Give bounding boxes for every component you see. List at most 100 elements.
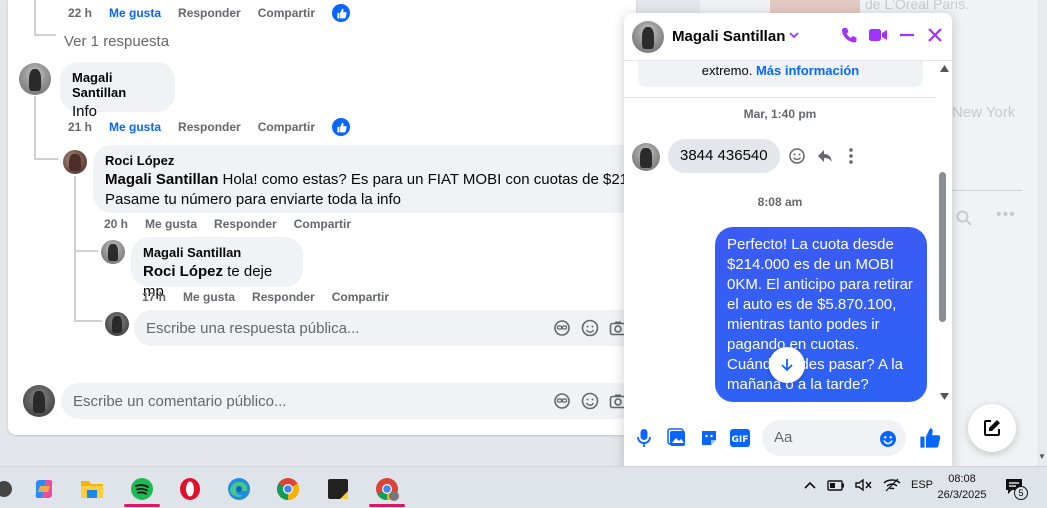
taskbar-edge[interactable] [221, 471, 257, 507]
scroll-down-arrow-icon[interactable]: ▼ [1038, 452, 1046, 461]
like-reaction-icon[interactable] [332, 118, 351, 136]
taskbar-chrome-profile[interactable] [369, 471, 405, 507]
share-button[interactable]: Compartir [294, 217, 351, 231]
arrow-down-icon [781, 359, 793, 372]
background-divider [952, 190, 1022, 191]
scroll-down-arrow-icon[interactable] [940, 393, 949, 400]
more-info-link[interactable]: Más información [756, 63, 859, 78]
taskbar-file-explorer[interactable] [74, 471, 110, 507]
taskbar-copilot[interactable] [26, 471, 62, 507]
like-button[interactable]: Me gusta [145, 217, 197, 231]
microphone-icon[interactable] [636, 428, 652, 448]
comment-placeholder: Escribe un comentario público... [73, 392, 287, 410]
chevron-up-icon[interactable] [803, 479, 817, 491]
chat-messages[interactable]: extremo. Más información Mar, 1:40 pm 38… [624, 61, 952, 406]
thread-line [74, 320, 102, 322]
photo-icon[interactable] [667, 428, 687, 448]
scroll-up-arrow-icon[interactable] [940, 65, 949, 72]
thread-line [34, 0, 36, 36]
view-replies-link[interactable]: Ver 1 respuesta [64, 33, 169, 50]
copilot-icon [35, 480, 53, 498]
taskbar-chrome[interactable] [270, 471, 306, 507]
sticker-icon[interactable] [699, 428, 719, 448]
chat-header: Magali Santillan [624, 13, 952, 61]
comment-actions: 21 h Me gusta Responder Compartir [68, 118, 367, 136]
thumbs-up-icon[interactable] [919, 427, 941, 449]
reply-button[interactable]: Responder [252, 290, 315, 304]
clock-time: 08:08 [948, 473, 976, 485]
chevron-down-icon[interactable] [788, 29, 800, 41]
reply-button[interactable]: Responder [178, 120, 241, 134]
taskbar-app[interactable] [0, 471, 22, 507]
comment-author[interactable]: Magali Santillan [143, 245, 291, 260]
active-indicator [369, 504, 405, 507]
chat-contact-name[interactable]: Magali Santillan [672, 28, 785, 45]
emoji-icon[interactable] [879, 430, 897, 448]
avatar-sticker-icon[interactable] [553, 319, 571, 337]
message-timestamp: 8:08 am [757, 195, 803, 209]
avatar[interactable] [63, 150, 87, 174]
avatar-sticker-icon[interactable] [553, 392, 571, 410]
chat-avatar[interactable] [632, 21, 664, 53]
phone-icon[interactable] [840, 26, 858, 44]
sticky-notes-icon [328, 479, 348, 499]
taskbar-spotify[interactable] [124, 471, 160, 507]
chrome-icon [277, 478, 299, 500]
share-button[interactable]: Compartir [258, 120, 315, 134]
chat-scrollbar-thumb[interactable] [939, 172, 946, 322]
emoji-icon[interactable] [581, 392, 599, 410]
active-indicator [124, 504, 160, 507]
comment-actions: 22 h Me gusta Responder Compartir [68, 4, 367, 22]
search-icon[interactable] [956, 210, 972, 226]
folder-icon [81, 481, 103, 498]
system-clock[interactable]: 08:08 26/3/2025 [930, 471, 994, 503]
comment-author[interactable]: Roci López [105, 153, 636, 168]
clock-date: 26/3/2025 [937, 489, 987, 501]
mention-link[interactable]: Magali Santillan [105, 171, 218, 188]
volume-muted-icon[interactable] [855, 478, 873, 492]
new-message-button[interactable] [968, 404, 1016, 452]
video-call-icon[interactable] [868, 26, 888, 44]
taskbar-opera[interactable] [172, 471, 208, 507]
battery-icon[interactable] [827, 478, 845, 492]
reply-arrow-icon[interactable] [816, 147, 834, 165]
reply-input-tools [553, 319, 627, 337]
mention-link[interactable]: Roci López [143, 263, 223, 280]
outgoing-message[interactable]: Perfecto! La cuota desde $214.000 es de … [715, 227, 927, 402]
avatar[interactable] [101, 240, 125, 264]
react-emoji-icon[interactable] [788, 147, 806, 165]
comment-bubble: Magali Santillan Info [60, 62, 175, 120]
share-button[interactable]: Compartir [258, 6, 315, 20]
taskbar-sticky-notes[interactable] [320, 471, 356, 507]
more-icon[interactable]: ••• [996, 206, 1016, 224]
comment-input[interactable]: Escribe un comentario público... [61, 383, 636, 419]
page-scrollbar[interactable] [1037, 0, 1047, 466]
notification-center[interactable]: 5 [1004, 477, 1028, 500]
wifi-icon[interactable] [883, 478, 901, 492]
share-button[interactable]: Compartir [332, 290, 389, 304]
like-button[interactable]: Me gusta [109, 120, 161, 134]
emoji-icon[interactable] [581, 319, 599, 337]
avatar[interactable] [19, 63, 51, 95]
reply-button[interactable]: Responder [178, 6, 241, 20]
like-button[interactable]: Me gusta [183, 290, 235, 304]
background-city-text: New York [952, 104, 1016, 121]
reply-button[interactable]: Responder [214, 217, 277, 231]
like-button[interactable]: Me gusta [109, 6, 161, 20]
like-reaction-icon[interactable] [332, 4, 351, 22]
current-user-avatar [105, 312, 129, 336]
minimize-icon[interactable] [898, 26, 916, 44]
more-options-icon[interactable] [844, 147, 858, 165]
notice-text: extremo. [701, 63, 753, 78]
comment-bubble: Roci López Magali Santillan Hola! como e… [93, 145, 636, 213]
close-icon[interactable] [926, 26, 944, 44]
chrome-icon [376, 478, 399, 501]
comment-author[interactable]: Magali Santillan [72, 70, 163, 100]
spotify-icon [131, 478, 153, 500]
comment-time: 17 h [142, 290, 167, 304]
thread-line [74, 250, 98, 252]
sender-avatar[interactable] [632, 143, 660, 171]
scroll-to-bottom-button[interactable] [769, 347, 805, 383]
gif-icon[interactable]: GIF [730, 429, 750, 447]
incoming-message[interactable]: 3844 436540 [668, 139, 780, 173]
